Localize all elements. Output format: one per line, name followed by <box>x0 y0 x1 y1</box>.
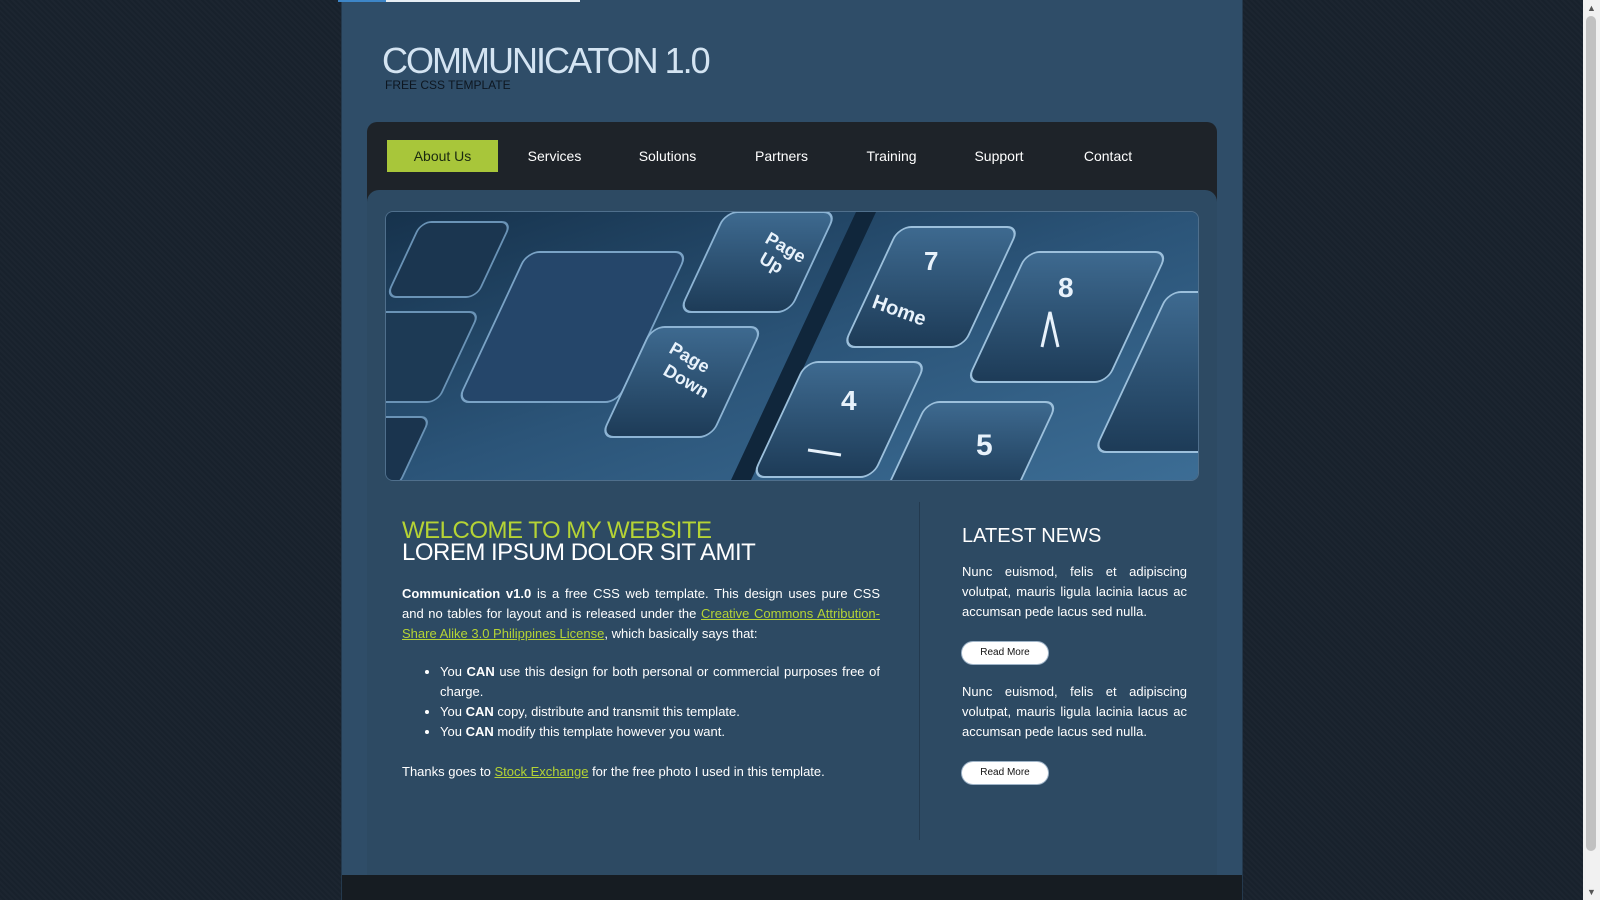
top-accent-bar-light <box>386 0 580 2</box>
page-wrapper: COMMUNICATON 1.0 FREE CSS TEMPLATE About… <box>342 0 1242 900</box>
feature-bold: CAN <box>465 724 494 739</box>
intro-bold: Communication v1.0 <box>402 586 532 601</box>
content-panel: Page Up Page Down Home 7 8 4 5 WELCOME T… <box>367 190 1217 880</box>
feature-post: copy, distribute and transmit this templ… <box>493 704 740 719</box>
nav-item-training[interactable]: Training <box>839 140 944 172</box>
nav-item-contact[interactable]: Contact <box>1054 140 1162 172</box>
feature-post: modify this template however you want. <box>493 724 725 739</box>
nav-item-partners[interactable]: Partners <box>724 140 839 172</box>
welcome-subheading: LOREM IPSUM DOLOR SIT AMIT <box>402 539 756 566</box>
intro-paragraph: Communication v1.0 is a free CSS web tem… <box>402 584 880 644</box>
intro-text-2: , which basically says that: <box>604 626 758 641</box>
feature-pre: You <box>440 664 467 679</box>
site-title[interactable]: COMMUNICATON 1.0 <box>382 40 711 82</box>
feature-pre: You <box>440 704 466 719</box>
stock-exchange-link[interactable]: Stock Exchange <box>495 764 589 779</box>
scrollbar-thumb[interactable] <box>1586 16 1596 851</box>
sidebar: LATEST NEWS Nunc euismod, felis et adipi… <box>962 526 1187 784</box>
nav-item-about-us[interactable]: About Us <box>387 140 498 172</box>
column-divider <box>919 502 920 840</box>
svg-text:5: 5 <box>976 429 993 462</box>
scroll-down-arrow-icon[interactable]: ▼ <box>1587 887 1596 897</box>
nav-item-services[interactable]: Services <box>498 140 611 172</box>
feature-pre: You <box>440 724 466 739</box>
main-menu: About Us Services Solutions Partners Tra… <box>387 140 1162 172</box>
svg-text:4: 4 <box>841 385 857 416</box>
hero-keyboard-image: Page Up Page Down Home 7 8 4 5 <box>385 211 1199 481</box>
news-text: Nunc euismod, felis et adipiscing volutp… <box>962 684 1187 739</box>
list-item: You CAN use this design for both persona… <box>440 662 880 702</box>
list-item: You CAN copy, distribute and transmit th… <box>440 702 880 722</box>
thanks-paragraph: Thanks goes to Stock Exchange for the fr… <box>402 762 880 782</box>
footer-strip <box>342 875 1242 900</box>
nav-item-solutions[interactable]: Solutions <box>611 140 724 172</box>
read-more-button[interactable]: Read More <box>962 762 1048 784</box>
feature-list: You CAN use this design for both persona… <box>402 662 880 742</box>
scroll-up-arrow-icon[interactable]: ▲ <box>1587 3 1596 13</box>
svg-text:8: 8 <box>1058 272 1074 303</box>
feature-bold: CAN <box>465 704 494 719</box>
feature-post: use this design for both personal or com… <box>440 664 880 699</box>
site-subtitle: FREE CSS TEMPLATE <box>385 78 511 92</box>
scrollbar[interactable]: ▲ ▼ <box>1583 0 1600 900</box>
thanks-pre: Thanks goes to <box>402 764 495 779</box>
svg-text:7: 7 <box>924 246 938 276</box>
read-more-button[interactable]: Read More <box>962 642 1048 664</box>
main-content: WELCOME TO MY WEBSITE LOREM IPSUM DOLOR … <box>402 519 880 782</box>
list-item: You CAN modify this template however you… <box>440 722 880 742</box>
thanks-post: for the free photo I used in this templa… <box>588 764 825 779</box>
feature-bold: CAN <box>466 664 495 679</box>
latest-news-heading: LATEST NEWS <box>962 525 1102 547</box>
news-text: Nunc euismod, felis et adipiscing volutp… <box>962 564 1187 619</box>
nav-item-support[interactable]: Support <box>944 140 1054 172</box>
top-accent-bar <box>338 0 386 2</box>
